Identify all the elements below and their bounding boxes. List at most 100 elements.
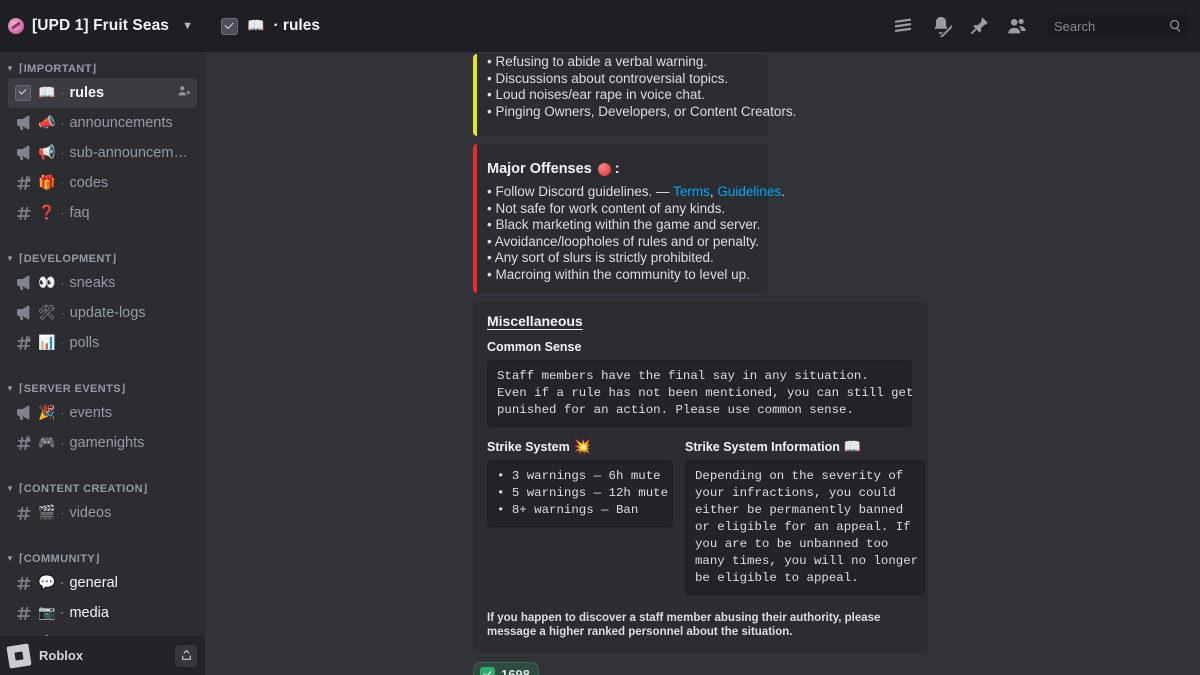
strike-system-label: Strike System 💥 xyxy=(487,440,673,454)
discord-window: [UPD 1] Fruit Seas ▼ 📖 · rules xyxy=(0,0,1200,675)
bell-muted-icon[interactable] xyxy=(930,15,952,37)
sidebar-item-announcements[interactable]: 📣·announcements xyxy=(8,108,197,138)
channel-list[interactable]: ▼⌈IMPORTANT⌋ 📖·rules 📣·announcements 📢·s… xyxy=(0,52,205,636)
user-panel[interactable]: Roblox xyxy=(0,636,205,675)
channel-emoji: 📢 xyxy=(38,146,55,160)
bullet-item: • Any sort of slurs is strictly prohibit… xyxy=(487,250,756,267)
channel-emoji: 👀 xyxy=(38,276,55,290)
collision-icon: 💥 xyxy=(574,440,591,454)
sidebar-item-label: events xyxy=(69,405,112,421)
sidebar-item-polls[interactable]: 📊 · polls xyxy=(8,328,197,358)
bullet-text: • Follow Discord guidelines. — xyxy=(487,184,673,199)
group-spacer xyxy=(0,458,205,468)
channel-dot: · xyxy=(60,606,64,620)
red-circle-icon xyxy=(598,163,611,176)
announcement-icon xyxy=(14,404,32,422)
message-list: • Refusing to abide a verbal warning.• D… xyxy=(205,54,1200,675)
channel-dot: · xyxy=(60,86,64,100)
category-development[interactable]: ▼⌈DEVELOPMENT⌋ xyxy=(0,238,205,268)
channel-emoji: 📊 xyxy=(38,336,55,350)
terms-link[interactable]: Terms xyxy=(673,184,710,199)
search-placeholder: Search xyxy=(1054,19,1095,34)
page-title: · rules xyxy=(273,17,320,35)
sidebar-item-label: general xyxy=(69,575,117,591)
channel-emoji: 📣 xyxy=(38,116,55,130)
strike-info-label: Strike System Information 📖 xyxy=(685,440,925,454)
sidebar-item-codes[interactable]: 🎁·codes xyxy=(8,168,197,198)
sidebar-item-faq[interactable]: ❓·faq xyxy=(8,198,197,228)
share-icon[interactable] xyxy=(175,645,197,667)
channel-dot: · xyxy=(60,276,64,290)
channel-emoji: 📖 xyxy=(38,86,55,100)
search-input[interactable]: Search xyxy=(1048,14,1188,38)
top-bar: [UPD 1] Fruit Seas ▼ 📖 · rules xyxy=(0,0,1200,52)
category-community[interactable]: ▼⌈COMMUNITY⌋ xyxy=(0,538,205,568)
channel-dot: · xyxy=(60,436,64,450)
channel-emoji: 💬 xyxy=(38,576,55,590)
major-offense-bullets: • Follow Discord guidelines. — Terms, Gu… xyxy=(487,184,756,283)
members-icon[interactable] xyxy=(1006,15,1028,37)
category-contentcreation[interactable]: ▼⌈CONTENT CREATION⌋ xyxy=(0,468,205,498)
channel-dot: · xyxy=(60,336,64,350)
bullet-item: • Not safe for work content of any kinds… xyxy=(487,201,756,218)
sidebar-item-sub-announcements[interactable]: 📢·sub-announcements xyxy=(8,138,197,168)
sidebar-item-label: faq xyxy=(69,205,89,221)
channel-dot: · xyxy=(60,146,64,160)
sidebar-item-media[interactable]: 📷·media xyxy=(8,598,197,628)
sidebar-item-update-logs[interactable]: 🛠·update-logs xyxy=(8,298,197,328)
bullet-item: • Macroing within the community to level… xyxy=(487,267,756,284)
caret-icon: ▼ xyxy=(6,384,16,393)
roblox-logo-icon xyxy=(6,643,31,668)
sidebar-item-videos[interactable]: 🎬·videos xyxy=(8,498,197,528)
category-label: ⌈DEVELOPMENT⌋ xyxy=(19,252,117,265)
sidebar-item-label: polls xyxy=(69,335,99,351)
sidebar-item-rules[interactable]: 📖·rules xyxy=(8,78,197,108)
app-body: ▼⌈IMPORTANT⌋ 📖·rules 📣·announcements 📢·s… xyxy=(0,52,1200,675)
sidebar-item-general[interactable]: 💬·general xyxy=(8,568,197,598)
bullet-item: • Loud noises/ear rape in voice chat. xyxy=(487,87,756,104)
hash-lock-icon xyxy=(14,435,32,452)
threads-icon[interactable] xyxy=(892,15,914,37)
server-name: [UPD 1] Fruit Seas xyxy=(32,17,174,35)
sidebar-item-gamenights[interactable]: 🎮·gamenights xyxy=(8,428,197,458)
hash-icon xyxy=(14,205,32,222)
caret-icon: ▼ xyxy=(6,554,16,563)
card-miscellaneous: Miscellaneous Common Sense Staff members… xyxy=(473,301,928,653)
add-member-icon[interactable] xyxy=(177,84,191,103)
group-spacer xyxy=(0,228,205,238)
category-label: ⌈IMPORTANT⌋ xyxy=(19,62,97,75)
bullet-item: • Discussions about controversial topics… xyxy=(487,71,756,88)
sidebar-item-bot-commands[interactable]: 🤖·bot-commands xyxy=(8,628,197,636)
sidebar-item-events[interactable]: 🎉·events xyxy=(8,398,197,428)
book-icon: 📖 xyxy=(844,440,861,454)
announcement-icon xyxy=(14,274,32,292)
announcement-icon xyxy=(14,304,32,322)
pin-icon[interactable] xyxy=(968,15,990,37)
minor-offense-bullets: • Refusing to abide a verbal warning.• D… xyxy=(487,54,756,120)
chevron-down-icon[interactable]: ▼ xyxy=(182,20,195,32)
hash-icon xyxy=(14,505,32,522)
sidebar-item-label: gamenights xyxy=(69,435,144,451)
channel-emoji: ❓ xyxy=(38,206,55,220)
user-name: Roblox xyxy=(39,648,83,663)
category-serverevents[interactable]: ▼⌈SERVER EVENTS⌋ xyxy=(0,368,205,398)
category-important[interactable]: ▼⌈IMPORTANT⌋ xyxy=(0,56,205,78)
reaction-count: 1698 xyxy=(501,667,530,675)
channel-emoji: 🎁 xyxy=(38,176,55,190)
caret-icon: ▼ xyxy=(6,484,16,493)
server-header[interactable]: [UPD 1] Fruit Seas ▼ xyxy=(0,0,205,52)
embed-title-colon: : xyxy=(615,161,620,177)
message-area[interactable]: • Refusing to abide a verbal warning.• D… xyxy=(205,52,1200,675)
sidebar-item-sneaks[interactable]: 👀·sneaks xyxy=(8,268,197,298)
common-sense-code: Staff members have the final say in any … xyxy=(487,360,912,427)
common-sense-label: Common Sense xyxy=(487,340,912,354)
magnifier-icon[interactable] xyxy=(1168,18,1183,33)
guidelines-link[interactable]: Guidelines xyxy=(717,184,781,199)
channel-dot: · xyxy=(60,506,64,520)
reaction-badge[interactable]: 1698 xyxy=(473,662,539,675)
channel-emoji: 📷 xyxy=(38,606,55,620)
category-label: ⌈SERVER EVENTS⌋ xyxy=(19,382,126,395)
checkbox-icon xyxy=(14,85,32,101)
strike-system-text: Strike System xyxy=(487,440,570,454)
bullet-guidelines: • Follow Discord guidelines. — Terms, Gu… xyxy=(487,184,756,201)
